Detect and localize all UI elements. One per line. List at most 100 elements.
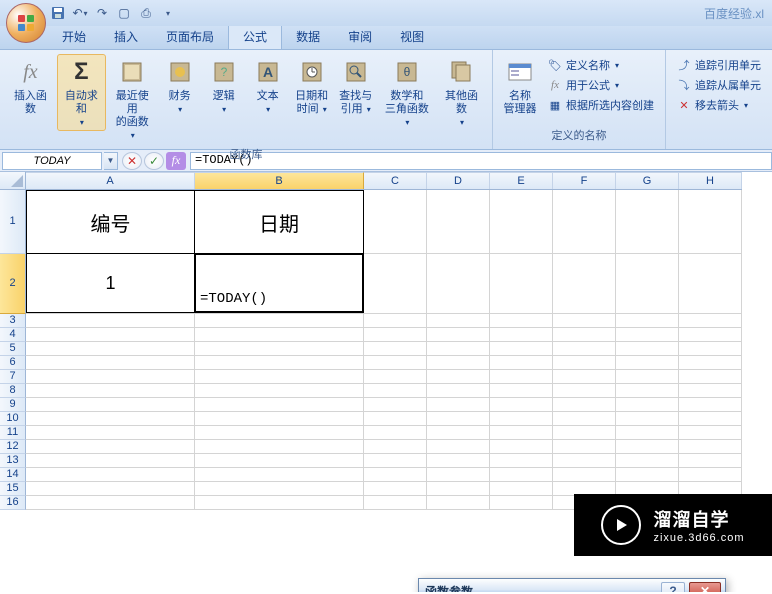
create-names-button[interactable]: ▦根据所选内容创建	[545, 96, 657, 114]
cell[interactable]	[26, 426, 195, 440]
print-icon[interactable]: ⎙	[138, 5, 154, 21]
col-header-F[interactable]: F	[553, 172, 616, 189]
cell[interactable]	[553, 342, 616, 356]
cell[interactable]	[195, 468, 364, 482]
trace-dependents-button[interactable]: ⤵追踪从属单元	[674, 76, 764, 94]
math-button[interactable]: θ 数学和 三角函数 ▾	[379, 54, 435, 131]
cell[interactable]	[616, 328, 679, 342]
cell-b2-editing[interactable]: =TODAY()	[194, 253, 364, 313]
cell[interactable]	[553, 314, 616, 328]
row-header-3[interactable]: 3	[0, 314, 26, 328]
cell[interactable]	[616, 342, 679, 356]
cell[interactable]	[553, 398, 616, 412]
cell[interactable]	[490, 342, 553, 356]
trace-precedents-button[interactable]: ⤴追踪引用单元	[674, 56, 764, 74]
cell[interactable]	[195, 496, 364, 510]
row-header-6[interactable]: 6	[0, 356, 26, 370]
cell[interactable]	[616, 254, 679, 314]
cell[interactable]	[427, 440, 490, 454]
cell[interactable]	[26, 370, 195, 384]
cell[interactable]	[427, 254, 490, 314]
cell[interactable]	[26, 454, 195, 468]
cell[interactable]	[427, 384, 490, 398]
cell[interactable]	[553, 356, 616, 370]
cell[interactable]	[26, 398, 195, 412]
cell[interactable]	[490, 482, 553, 496]
lookup-button[interactable]: 查找与 引用 ▾	[335, 54, 377, 118]
more-button[interactable]: 其他函数▾	[437, 54, 486, 131]
cell[interactable]	[364, 454, 427, 468]
cell[interactable]	[490, 384, 553, 398]
cell[interactable]	[679, 328, 742, 342]
cell[interactable]	[364, 356, 427, 370]
cell[interactable]	[553, 384, 616, 398]
remove-arrows-button[interactable]: ✕移去箭头 ▾	[674, 96, 764, 114]
cell[interactable]	[364, 328, 427, 342]
cell[interactable]	[616, 370, 679, 384]
row-header-8[interactable]: 8	[0, 384, 26, 398]
function-arguments-dialog[interactable]: 函数参数 ? ✕ 返回日期格式的的当前日期。 该函数不需要参数。 计算结果 = …	[418, 578, 726, 592]
office-button[interactable]	[6, 3, 46, 43]
cell[interactable]	[553, 370, 616, 384]
cell-a1[interactable]: 编号	[26, 190, 195, 254]
row-header-13[interactable]: 13	[0, 454, 26, 468]
row-header-9[interactable]: 9	[0, 398, 26, 412]
cell[interactable]	[364, 314, 427, 328]
cell[interactable]	[364, 254, 427, 314]
cell[interactable]	[679, 254, 742, 314]
cell[interactable]	[616, 190, 679, 254]
tab-formulas[interactable]: 公式	[228, 23, 282, 49]
tab-home[interactable]: 开始	[48, 24, 100, 49]
logical-button[interactable]: ? 逻辑▾	[203, 54, 245, 118]
cell[interactable]	[364, 482, 427, 496]
cell-a2[interactable]: 1	[26, 253, 195, 313]
col-header-B[interactable]: B	[195, 172, 364, 189]
define-name-button[interactable]: 🏷定义名称 ▾	[545, 56, 657, 74]
cell[interactable]	[195, 356, 364, 370]
cell[interactable]	[490, 454, 553, 468]
save-icon[interactable]	[50, 5, 66, 21]
cell[interactable]	[490, 356, 553, 370]
cell[interactable]	[427, 190, 490, 254]
cell[interactable]	[616, 356, 679, 370]
cell[interactable]	[195, 328, 364, 342]
cell[interactable]	[427, 398, 490, 412]
text-button[interactable]: A 文本▾	[247, 54, 289, 118]
cell[interactable]	[616, 398, 679, 412]
cell[interactable]	[679, 454, 742, 468]
cell[interactable]	[679, 384, 742, 398]
cell[interactable]	[427, 482, 490, 496]
cell[interactable]	[427, 370, 490, 384]
cell[interactable]	[427, 356, 490, 370]
cell[interactable]	[553, 190, 616, 254]
dialog-help-button[interactable]: ?	[661, 582, 685, 592]
cell[interactable]	[553, 454, 616, 468]
cell[interactable]	[679, 356, 742, 370]
cell[interactable]	[364, 496, 427, 510]
cell[interactable]	[616, 412, 679, 426]
cell[interactable]	[364, 342, 427, 356]
cell[interactable]	[26, 482, 195, 496]
autosum-button[interactable]: Σ 自动求和▾	[57, 54, 106, 131]
cell[interactable]	[490, 468, 553, 482]
cell[interactable]	[679, 314, 742, 328]
row-header-11[interactable]: 11	[0, 426, 26, 440]
cell[interactable]	[195, 370, 364, 384]
col-header-A[interactable]: A	[26, 172, 195, 189]
cell[interactable]	[490, 328, 553, 342]
tab-insert[interactable]: 插入	[100, 24, 152, 49]
cell[interactable]	[553, 426, 616, 440]
row-header-5[interactable]: 5	[0, 342, 26, 356]
cell[interactable]	[553, 254, 616, 314]
row-header-15[interactable]: 15	[0, 482, 26, 496]
cell[interactable]	[427, 328, 490, 342]
cell[interactable]	[364, 370, 427, 384]
cell[interactable]	[490, 254, 553, 314]
cell[interactable]	[490, 314, 553, 328]
cell[interactable]	[26, 468, 195, 482]
dialog-title-bar[interactable]: 函数参数 ? ✕	[419, 579, 725, 592]
cell[interactable]	[427, 454, 490, 468]
cell[interactable]	[679, 412, 742, 426]
use-formula-button[interactable]: fx用于公式 ▾	[545, 76, 657, 94]
cell[interactable]	[679, 426, 742, 440]
